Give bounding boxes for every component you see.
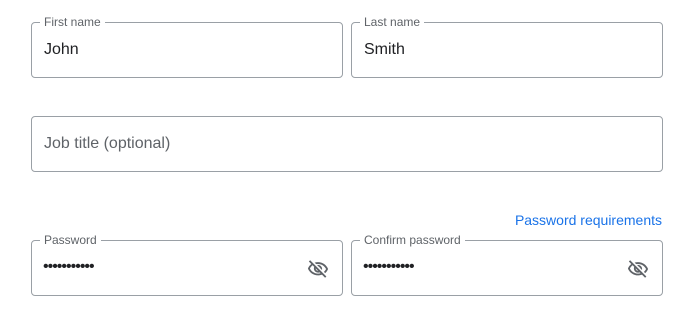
confirm-password-value[interactable]: ••••••••••• — [363, 257, 415, 277]
confirm-password-field[interactable]: Confirm password ••••••••••• — [351, 233, 663, 296]
confirm-password-label: Confirm password — [360, 233, 465, 247]
job-title-placeholder: Job title (optional) — [44, 135, 171, 152]
password-field[interactable]: Password ••••••••••• — [31, 233, 343, 296]
eye-off-icon[interactable] — [626, 258, 650, 280]
password-value[interactable]: ••••••••••• — [43, 257, 95, 277]
first-name-field[interactable]: First name John — [31, 15, 343, 78]
password-requirements-link[interactable]: Password requirements — [515, 211, 662, 229]
first-name-value[interactable]: John — [44, 40, 79, 60]
password-label: Password — [40, 233, 101, 247]
eye-off-icon[interactable] — [306, 258, 330, 280]
first-name-label: First name — [40, 15, 105, 29]
last-name-field[interactable]: Last name Smith — [351, 15, 663, 78]
signup-form: First name John Last name Smith Job titl… — [0, 0, 694, 317]
job-title-field[interactable]: Job title (optional) — [31, 116, 663, 172]
last-name-label: Last name — [360, 15, 425, 29]
last-name-value[interactable]: Smith — [364, 40, 405, 60]
